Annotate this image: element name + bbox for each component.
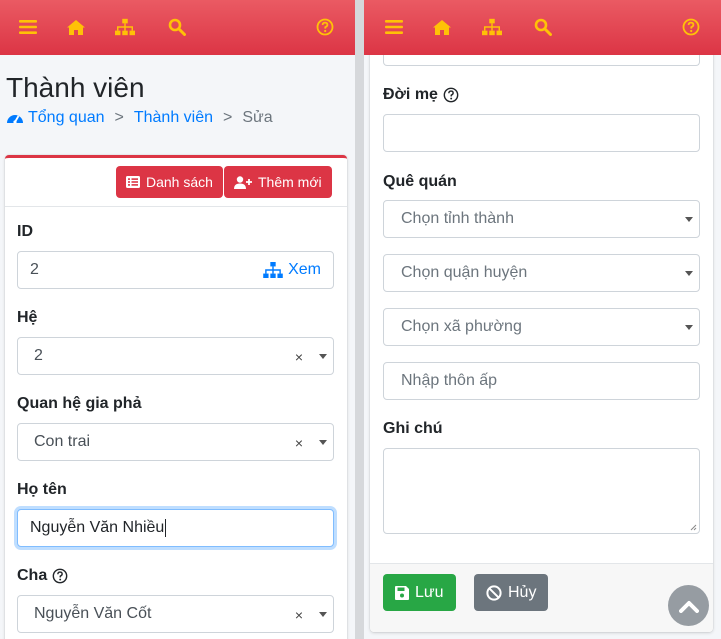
sitemap-icon <box>263 262 283 278</box>
caret-down-icon[interactable] <box>319 440 327 445</box>
resize-handle-icon[interactable] <box>690 524 697 531</box>
sitemap-icon[interactable] <box>115 16 135 38</box>
note-label: Ghi chú <box>383 420 443 437</box>
search-icon[interactable] <box>533 16 553 38</box>
text-cursor <box>165 519 167 537</box>
clear-icon[interactable]: × <box>295 607 303 623</box>
question-circle-icon[interactable] <box>443 87 459 103</box>
view-tree-link[interactable]: Xem <box>263 261 321 279</box>
hamlet-input[interactable]: Nhập thôn ấp <box>383 362 700 400</box>
relation-label: Quan hệ gia phả <box>17 395 142 412</box>
caret-down-icon[interactable] <box>319 354 327 359</box>
full-name-input[interactable]: Nguyễn Văn Nhiều <box>17 509 334 547</box>
tachometer-icon <box>6 110 24 126</box>
sitemap-icon[interactable] <box>482 16 502 38</box>
save-icon <box>395 585 409 600</box>
full-name-value: Nguyễn Văn Nhiều <box>30 519 165 536</box>
add-new-button-label: Thêm mới <box>258 174 322 190</box>
generation-value: 2 <box>34 347 43 364</box>
clear-icon[interactable]: × <box>295 349 303 365</box>
breadcrumb: Tổng quan > Thành viên > Sửa <box>6 109 273 127</box>
list-icon <box>126 176 140 188</box>
breadcrumb-separator: > <box>223 109 233 126</box>
father-select[interactable]: Nguyễn Văn Cốt × <box>17 595 334 633</box>
save-button-label: Lưu <box>415 583 444 601</box>
father-value: Nguyễn Văn Cốt <box>34 605 152 622</box>
generation-label: Hệ <box>17 309 38 326</box>
breadcrumb-separator: > <box>114 109 124 126</box>
home-icon[interactable] <box>432 16 452 38</box>
id-value: 2 <box>30 261 39 278</box>
user-plus-icon <box>234 175 252 189</box>
note-textarea[interactable] <box>383 448 700 534</box>
right-pane: Đời mẹ Quê quán Chọn tỉnh thành Chọn quậ… <box>364 0 721 639</box>
caret-down-icon[interactable] <box>685 217 693 222</box>
caret-down-icon[interactable] <box>685 271 693 276</box>
father-label: Cha <box>17 567 48 584</box>
clear-icon[interactable]: × <box>295 435 303 451</box>
hamlet-placeholder: Nhập thôn ấp <box>401 372 498 389</box>
hometown-label: Quê quán <box>383 173 457 190</box>
id-label: ID <box>17 223 33 240</box>
list-button[interactable]: Danh sách <box>116 166 223 198</box>
bars-icon[interactable] <box>384 16 404 38</box>
question-circle-icon[interactable] <box>681 16 701 38</box>
mother-label: Đời mẹ <box>383 86 438 103</box>
top-navbar <box>0 0 355 55</box>
ban-icon <box>486 584 502 601</box>
left-pane: Thành viên Tổng quan > Thành viên > Sửa … <box>0 0 355 639</box>
list-button-label: Danh sách <box>146 174 213 190</box>
home-icon[interactable] <box>66 16 86 38</box>
cancel-button-label: Hủy <box>508 583 537 601</box>
top-navbar <box>364 0 721 55</box>
ward-select[interactable]: Chọn xã phường <box>383 308 700 346</box>
id-field: 2 Xem <box>17 251 334 289</box>
card-header-divider <box>5 206 347 207</box>
chevron-up-icon <box>678 599 699 613</box>
question-circle-icon[interactable] <box>315 16 335 38</box>
district-select[interactable]: Chọn quận huyện <box>383 254 700 292</box>
page-title: Thành viên <box>6 72 145 103</box>
father-label-row: Cha <box>17 567 68 585</box>
district-placeholder: Chọn quận huyện <box>401 264 528 281</box>
province-placeholder: Chọn tỉnh thành <box>401 210 514 227</box>
bars-icon[interactable] <box>18 16 38 38</box>
question-circle-icon[interactable] <box>52 568 68 584</box>
breadcrumb-section-link[interactable]: Thành viên <box>134 109 213 127</box>
search-icon[interactable] <box>167 16 187 38</box>
relation-value: Con trai <box>34 433 91 450</box>
back-to-top-button[interactable] <box>668 585 709 626</box>
add-new-button[interactable]: Thêm mới <box>224 166 332 198</box>
breadcrumb-current: Sửa <box>242 109 273 126</box>
mother-label-row: Đời mẹ <box>383 86 459 104</box>
caret-down-icon[interactable] <box>685 325 693 330</box>
view-tree-label: Xem <box>288 261 321 278</box>
breadcrumb-home-link[interactable]: Tổng quan <box>28 109 105 127</box>
cancel-button[interactable]: Hủy <box>474 574 549 611</box>
ward-placeholder: Chọn xã phường <box>401 318 522 335</box>
mother-input[interactable] <box>383 114 700 152</box>
save-button[interactable]: Lưu <box>383 574 456 611</box>
generation-select[interactable]: 2 × <box>17 337 334 375</box>
province-select[interactable]: Chọn tỉnh thành <box>383 200 700 238</box>
caret-down-icon[interactable] <box>319 612 327 617</box>
full-name-label: Họ tên <box>17 481 67 498</box>
relation-select[interactable]: Con trai × <box>17 423 334 461</box>
